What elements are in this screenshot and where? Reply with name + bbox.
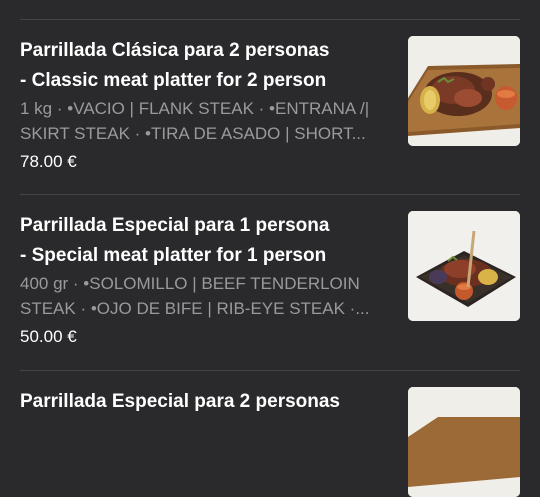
menu-item-clasica-2[interactable]: Parrillada Clásica para 2 personas - Cla… [0,20,540,194]
item-description-line1: 1 kg · •VACIO | FLANK STEAK · •ENTRANA /… [20,99,370,118]
item-description-line2: SKIRT STEAK · •TIRA DE ASADO | SHORT... [20,124,366,143]
item-description-line1: 400 gr · •SOLOMILLO | BEEF TENDERLOIN [20,274,360,293]
item-title-line2: - Classic meat platter for 2 person [20,70,327,91]
meat-platter-photo-icon[interactable] [408,36,520,146]
menu-item-text: Parrillada Especial para 2 personas [20,387,390,417]
menu-item-especial-1[interactable]: Parrillada Especial para 1 persona - Spe… [0,195,540,370]
menu-item-text: Parrillada Especial para 1 persona - Spe… [20,211,390,349]
menu-item-text: Parrillada Clásica para 2 personas - Cla… [20,36,390,174]
menu-item-especial-2[interactable]: Parrillada Especial para 2 personas [0,371,540,497]
item-title-line1: Parrillada Clásica para 2 personas [20,40,330,61]
item-price: 50.00 € [20,327,77,346]
meat-platter-photo-icon[interactable] [408,211,520,321]
item-title-line2: - Special meat platter for 1 person [20,245,327,266]
item-description-line2: STEAK · •OJO DE BIFE | RIB-EYE STEAK ·..… [20,299,370,318]
item-title-line1: Parrillada Especial para 1 persona [20,215,330,236]
item-price: 78.00 € [20,152,77,171]
item-title-line1: Parrillada Especial para 2 personas [20,391,341,412]
